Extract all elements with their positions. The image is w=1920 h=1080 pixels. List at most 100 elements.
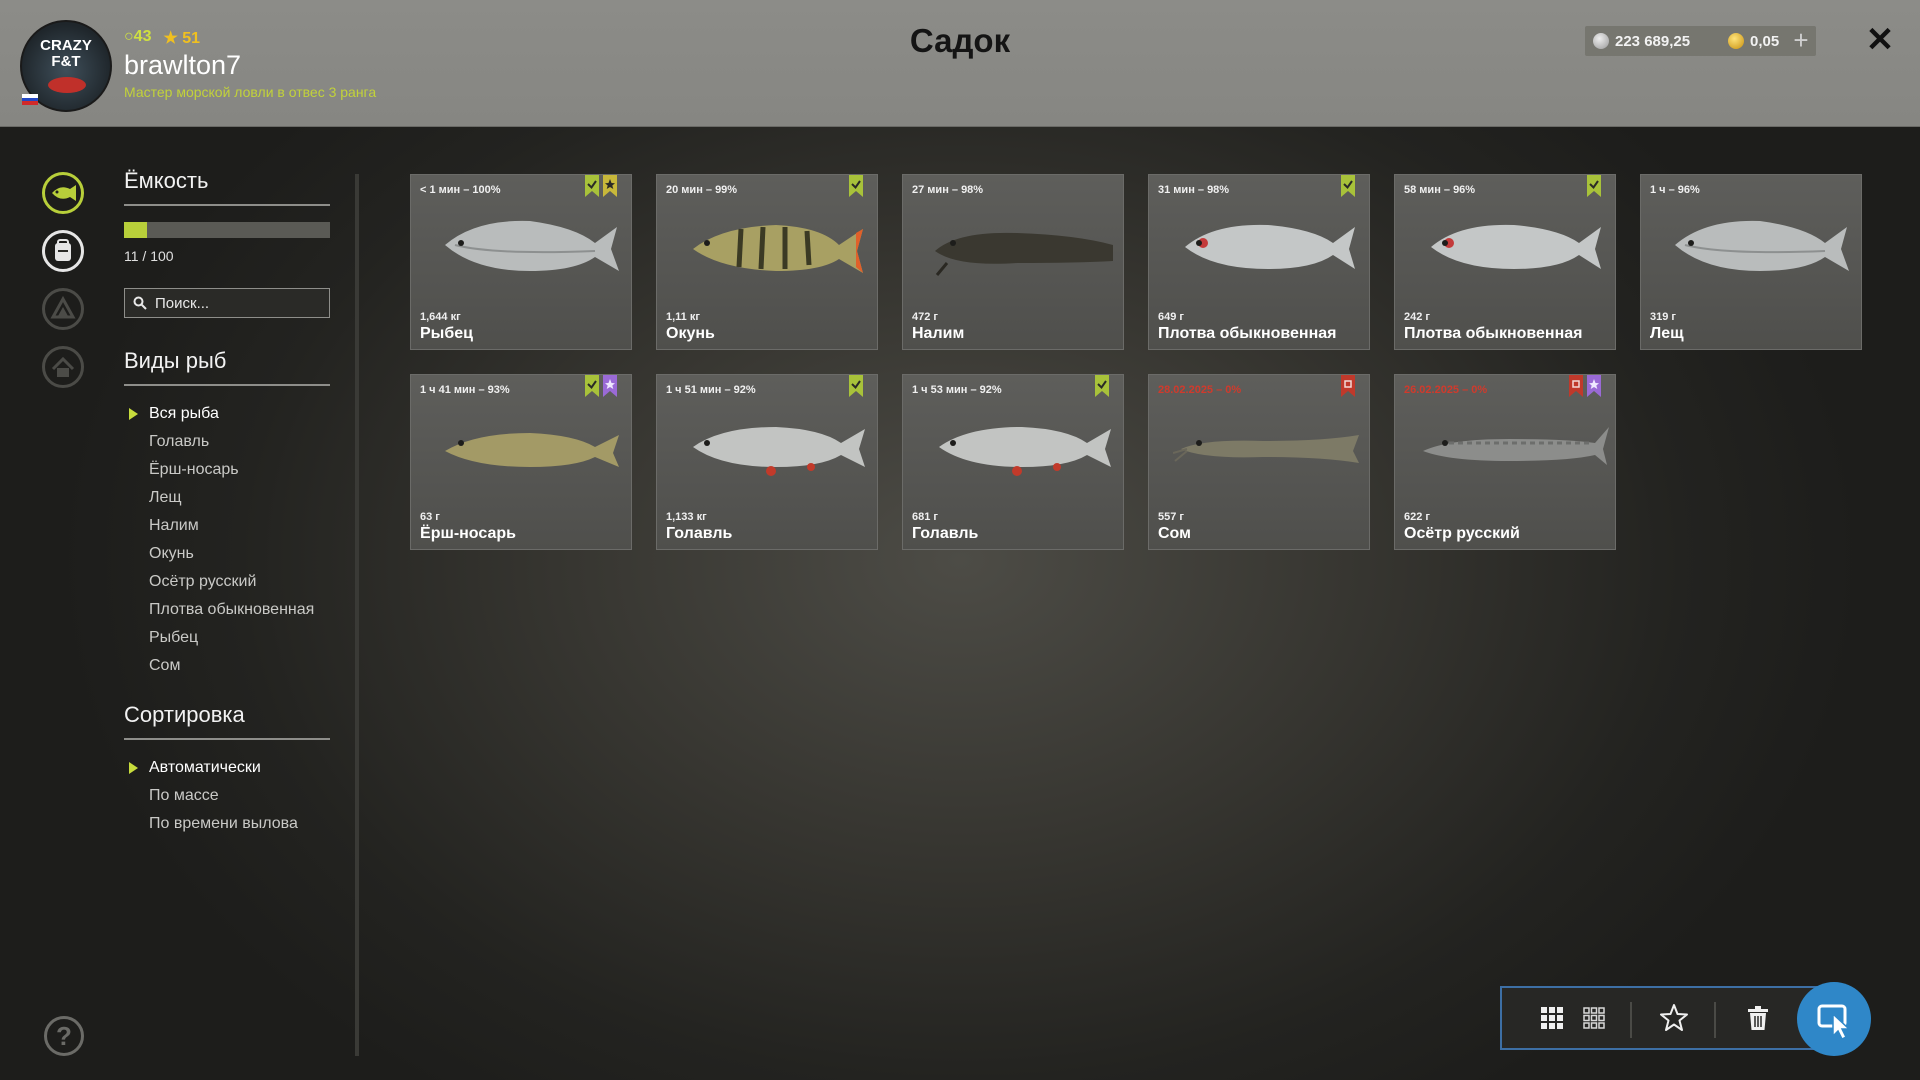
green-bookmark-icon[interactable] bbox=[1587, 175, 1601, 197]
capacity-title: Ёмкость bbox=[124, 168, 330, 206]
green-bookmark-icon[interactable] bbox=[849, 375, 863, 397]
species-item[interactable]: Рыбец bbox=[124, 624, 330, 652]
home-icon[interactable] bbox=[42, 346, 84, 388]
silver-coin-icon bbox=[1593, 33, 1609, 49]
fish-weight: 242 г bbox=[1404, 311, 1430, 323]
fish-tags bbox=[1341, 375, 1355, 397]
fish-name: Окунь bbox=[666, 325, 715, 342]
green-bookmark-icon[interactable] bbox=[1341, 175, 1355, 197]
chub-fish-image bbox=[681, 405, 871, 500]
fish-weight: 649 г bbox=[1158, 311, 1184, 323]
panel-divider bbox=[355, 174, 359, 1056]
capacity-bar-fill bbox=[124, 222, 147, 238]
fish-tags bbox=[585, 375, 617, 397]
russia-flag-icon bbox=[22, 94, 38, 105]
fish-tags bbox=[849, 375, 863, 397]
silver-balance: 223 689,25 bbox=[1585, 26, 1727, 56]
star-bookmark-icon[interactable] bbox=[603, 175, 617, 197]
species-item[interactable]: Сом bbox=[124, 652, 330, 680]
species-item[interactable]: Плотва обыкновенная bbox=[124, 596, 330, 624]
species-item[interactable]: Окунь bbox=[124, 540, 330, 568]
fish-card[interactable]: 31 мин – 98% 649 г Плотва обыкновенная bbox=[1148, 174, 1370, 350]
purple-bookmark-icon[interactable] bbox=[1587, 375, 1601, 397]
sturgeon-fish-image bbox=[1419, 405, 1609, 500]
species-item[interactable]: Ёрш-носарь bbox=[124, 456, 330, 484]
fish-name: Сом bbox=[1158, 525, 1191, 542]
fish-time-freshness: 28.02.2025 – 0% bbox=[1158, 384, 1242, 396]
sorting-title: Сортировка bbox=[124, 702, 330, 740]
fish-name: Ёрш-носарь bbox=[420, 525, 516, 542]
gold-balance: 0,05 bbox=[1720, 26, 1794, 56]
fish-card[interactable]: 20 мин – 99% 1,11 кг Окунь bbox=[656, 174, 878, 350]
species-item[interactable]: Голавль bbox=[124, 428, 330, 456]
user-title: Мастер морской ловли в отвес 3 ранга bbox=[124, 84, 377, 100]
toolbar-separator bbox=[1714, 1002, 1716, 1038]
species-title: Виды рыб bbox=[124, 348, 330, 386]
toolbar-separator bbox=[1630, 1002, 1632, 1038]
fish-weight: 1,133 кг bbox=[666, 511, 707, 523]
search-input[interactable] bbox=[153, 293, 317, 313]
fish-card[interactable]: 1 ч 53 мин – 92% 681 г Голавль bbox=[902, 374, 1124, 550]
fish-time-freshness: 20 мин – 99% bbox=[666, 184, 738, 196]
add-gold-button[interactable]: + bbox=[1786, 26, 1816, 56]
fish-time-freshness: 1 ч – 96% bbox=[1650, 184, 1700, 196]
close-button[interactable]: ✕ bbox=[1862, 20, 1898, 60]
fish-card[interactable]: < 1 мин – 100% 1,644 кг Рыбец bbox=[410, 174, 632, 350]
red-bookmark-icon[interactable] bbox=[1341, 375, 1355, 397]
select-cursor-icon[interactable] bbox=[1797, 982, 1871, 1056]
fish-weight: 63 г bbox=[420, 511, 440, 523]
gold-coin-icon bbox=[1728, 33, 1744, 49]
fish-weight: 1,11 кг bbox=[666, 311, 700, 323]
fish-card[interactable]: 1 ч – 96% 319 г Лещ bbox=[1640, 174, 1862, 350]
trash-icon[interactable] bbox=[1740, 1000, 1776, 1036]
capacity-count: 11 / 100 bbox=[124, 248, 174, 264]
fish-card[interactable]: 1 ч 51 мин – 92% 1,133 кг Голавль bbox=[656, 374, 878, 550]
green-bookmark-icon[interactable] bbox=[585, 375, 599, 397]
fish-name: Плотва обыкновенная bbox=[1158, 325, 1337, 342]
grid-large-icon[interactable] bbox=[1534, 1000, 1570, 1036]
fish-tags bbox=[585, 175, 617, 197]
gold-amount: 0,05 bbox=[1750, 32, 1780, 50]
fish-name: Лещ bbox=[1650, 325, 1684, 342]
favorite-star-icon[interactable] bbox=[1656, 1000, 1692, 1036]
fish-card[interactable]: 28.02.2025 – 0% 557 г Сом bbox=[1148, 374, 1370, 550]
green-bookmark-icon[interactable] bbox=[1095, 375, 1109, 397]
species-item[interactable]: Вся рыба bbox=[124, 400, 330, 428]
species-list: Вся рыба Голавль Ёрш-носарь Лещ Налим Окунь Ос… bbox=[124, 400, 330, 680]
fish-name: Голавль bbox=[666, 525, 733, 542]
green-bookmark-icon[interactable] bbox=[585, 175, 599, 197]
fish-card[interactable]: 26.02.2025 – 0% 622 г Осётр русский bbox=[1394, 374, 1616, 550]
filter-panel: Ёмкость 11 / 100 Виды рыб Вся рыбаГолавл… bbox=[124, 168, 330, 838]
keepnet-fish-icon[interactable] bbox=[42, 172, 84, 214]
fish-card[interactable]: 27 мин – 98% 472 г Налим bbox=[902, 174, 1124, 350]
fish-time-freshness: 58 мин – 96% bbox=[1404, 184, 1476, 196]
red-bookmark-icon[interactable] bbox=[1569, 375, 1583, 397]
fish-name: Рыбец bbox=[420, 325, 473, 342]
fish-weight: 319 г bbox=[1650, 311, 1676, 323]
sort-item[interactable]: По массе bbox=[124, 782, 330, 810]
fish-card[interactable]: 1 ч 41 мин – 93% 63 г Ёрш-носарь bbox=[410, 374, 632, 550]
fish-time-freshness: 27 мин – 98% bbox=[912, 184, 984, 196]
species-item[interactable]: Лещ bbox=[124, 484, 330, 512]
silver-amount: 223 689,25 bbox=[1615, 32, 1691, 50]
fish-tags bbox=[1569, 375, 1601, 397]
sort-list: Автоматически По массе По времени вылова bbox=[124, 754, 330, 838]
sort-item[interactable]: Автоматически bbox=[124, 754, 330, 782]
fish-card[interactable]: 58 мин – 96% 242 г Плотва обыкновенная bbox=[1394, 174, 1616, 350]
search-box[interactable] bbox=[124, 288, 330, 318]
species-item[interactable]: Осётр русский bbox=[124, 568, 330, 596]
fish-time-freshness: 1 ч 51 мин – 92% bbox=[666, 384, 756, 396]
boat-icon[interactable] bbox=[42, 288, 84, 330]
backpack-icon[interactable] bbox=[42, 230, 84, 272]
green-bookmark-icon[interactable] bbox=[849, 175, 863, 197]
fish-time-freshness: < 1 мин – 100% bbox=[420, 184, 501, 196]
fish-name: Налим bbox=[912, 325, 965, 342]
help-icon[interactable]: ? bbox=[44, 1016, 84, 1056]
sort-item[interactable]: По времени вылова bbox=[124, 810, 330, 838]
grid-small-icon[interactable] bbox=[1576, 1000, 1612, 1036]
fish-weight: 472 г bbox=[912, 311, 938, 323]
purple-bookmark-icon[interactable] bbox=[603, 375, 617, 397]
species-item[interactable]: Налим bbox=[124, 512, 330, 540]
fish-name: Осётр русский bbox=[1404, 525, 1520, 542]
capacity-bar bbox=[124, 222, 330, 238]
